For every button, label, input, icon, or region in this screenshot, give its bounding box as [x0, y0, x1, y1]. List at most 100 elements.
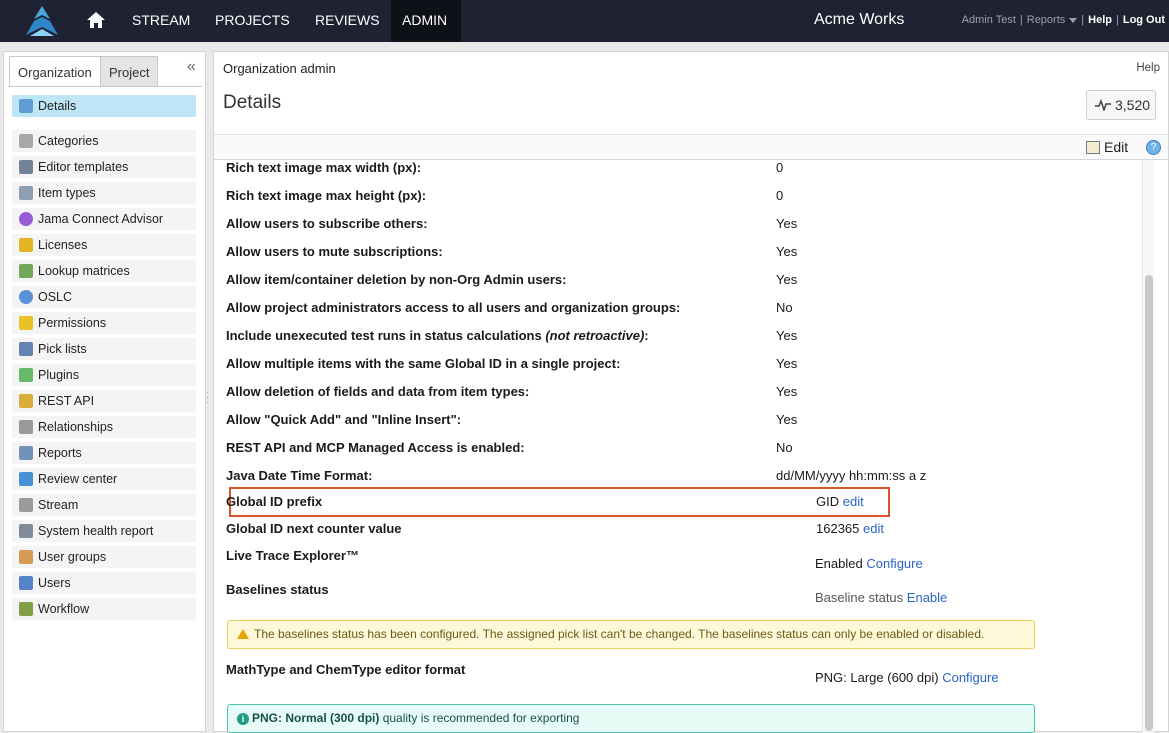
setting-value: PNG: Large (600 dpi) Configure: [815, 670, 999, 685]
setting-label-text: Allow "Quick Add" and "Inline Insert":: [226, 412, 462, 427]
setting-label-text: Allow deletion of fields and data from i…: [226, 384, 530, 399]
sidebar-item-reports[interactable]: Reports: [12, 442, 196, 464]
live-trace-explorer-row: Live Trace Explorer™ Enabled Configure: [226, 548, 1142, 571]
pulse-icon: [1095, 99, 1111, 111]
jama-logo-icon[interactable]: [24, 5, 60, 37]
advisor-icon: [19, 212, 33, 226]
setting-row: REST API and MCP Managed Access is enabl…: [226, 440, 1142, 460]
gid-prefix-value: GID: [816, 494, 840, 509]
panel-splitter-handle[interactable]: · · ·: [206, 388, 210, 407]
sidebar-item-user-groups[interactable]: User groups: [12, 546, 196, 568]
chevron-down-icon[interactable]: [1069, 17, 1078, 23]
help-link[interactable]: Help: [1088, 14, 1112, 26]
user-menu: Admin Test | Reports | Help | Log Out: [961, 14, 1165, 26]
global-id-prefix-row: Global ID prefix GID edit: [226, 494, 1142, 514]
sidebar-item-oslc[interactable]: OSLC: [12, 286, 196, 308]
activity-counter-button[interactable]: 3,520: [1086, 90, 1156, 120]
setting-label: MathType and ChemType editor format: [226, 662, 466, 677]
details-toolbar: Edit ?: [214, 134, 1168, 160]
sidebar-item-label: Relationships: [38, 420, 114, 434]
sidebar-item-label: Lookup matrices: [38, 264, 130, 278]
gid-counter-value: 162365: [816, 521, 860, 536]
collapse-sidebar-icon[interactable]: «: [187, 58, 196, 76]
home-icon[interactable]: [86, 10, 106, 30]
tab-divider: [8, 86, 202, 87]
nav-projects[interactable]: PROJECTS: [204, 0, 301, 42]
sidebar-item-label: Editor templates: [38, 160, 129, 174]
setting-value: GID edit: [816, 494, 864, 509]
sidebar-item-review-center[interactable]: Review center: [12, 468, 196, 490]
sidebar-item-rest-api[interactable]: REST API: [12, 390, 196, 412]
setting-value: Yes: [776, 216, 798, 231]
setting-label-text: Allow project administrators access to a…: [226, 300, 681, 315]
setting-value: No: [776, 300, 793, 315]
sidebar-item-lookup-matrices[interactable]: Lookup matrices: [12, 260, 196, 282]
setting-label: Java Date Time Format:: [226, 468, 372, 483]
sidebar-item-workflow[interactable]: Workflow: [12, 598, 196, 620]
setting-label-text: Java Date Time Format:: [226, 468, 373, 483]
sidebar-item-plugins[interactable]: Plugins: [12, 364, 196, 386]
sidebar-item-label: Permissions: [38, 316, 107, 330]
details-icon: [19, 99, 33, 113]
setting-row: Allow item/container deletion by non-Org…: [226, 272, 1142, 292]
sidebar-item-permissions[interactable]: Permissions: [12, 312, 196, 334]
sidebar-item-editor-templates[interactable]: Editor templates: [12, 156, 196, 178]
sidebar-item-item-types[interactable]: Item types: [12, 182, 196, 204]
setting-value: Yes: [776, 244, 798, 259]
setting-row: Allow "Quick Add" and "Inline Insert": Ye…: [226, 412, 1142, 432]
setting-label: Allow deletion of fields and data from i…: [226, 384, 529, 399]
setting-label-text: Include unexecuted test runs in status c…: [226, 328, 546, 343]
sidebar-item-stream[interactable]: Stream: [12, 494, 196, 516]
nav-admin[interactable]: ADMIN: [391, 0, 461, 42]
baselines-status-row: Baselines status Baseline status Enable: [226, 582, 1142, 605]
setting-label: Allow item/container deletion by non-Org…: [226, 272, 566, 287]
link-icon: [19, 420, 33, 434]
configure-live-trace-link[interactable]: Configure: [866, 556, 922, 571]
edit-gid-counter-link[interactable]: edit: [863, 521, 884, 536]
sidebar-item-relationships[interactable]: Relationships: [12, 416, 196, 438]
sidebar-item-label: System health report: [38, 524, 154, 538]
top-navigation-bar: STREAM PROJECTS REVIEWS ADMIN Acme Works…: [0, 0, 1169, 42]
export-quality-info-alert: i PNG: Normal (300 dpi) quality is recom…: [227, 704, 1035, 733]
tab-project[interactable]: Project: [100, 56, 159, 86]
nav-reviews[interactable]: REVIEWS: [304, 0, 391, 42]
details-panel: Organization admin Help Details 3,520 Ed…: [213, 51, 1169, 733]
configure-mathtype-link[interactable]: Configure: [942, 670, 998, 685]
vertical-scrollbar[interactable]: [1142, 160, 1154, 733]
edit-label: Edit: [1104, 139, 1129, 155]
setting-row: Include unexecuted test runs in status c…: [226, 328, 1142, 348]
organization-name: Acme Works: [814, 11, 905, 28]
setting-row: Allow users to subscribe others: Yes: [226, 216, 1142, 236]
edit-gid-prefix-link[interactable]: edit: [843, 494, 864, 509]
scrollbar-thumb[interactable]: [1145, 275, 1153, 731]
nav-stream[interactable]: STREAM: [121, 0, 201, 42]
sidebar-item-jama-connect-advisor[interactable]: Jama Connect Advisor: [12, 208, 196, 230]
sidebar-item-categories[interactable]: Categories: [12, 130, 196, 152]
tab-organization[interactable]: Organization: [9, 56, 101, 87]
review-icon: [19, 472, 33, 486]
sidebar-item-label: OSLC: [38, 290, 73, 304]
sidebar-item-system-health-report[interactable]: System health report: [12, 520, 196, 542]
sidebar-item-label: Pick lists: [38, 342, 87, 356]
help-link[interactable]: Help: [1136, 62, 1160, 74]
edit-button[interactable]: Edit: [1086, 139, 1128, 155]
setting-label: Allow project administrators access to a…: [226, 300, 680, 315]
user-name-link[interactable]: Admin Test: [962, 14, 1016, 26]
mathtype-value: PNG: Large (600 dpi): [815, 670, 939, 685]
sidebar-item-details[interactable]: Details: [12, 95, 196, 117]
logout-link[interactable]: Log Out: [1123, 14, 1165, 26]
setting-label: Rich text image max height (px):: [226, 188, 426, 203]
sidebar-item-pick-lists[interactable]: Pick lists: [12, 338, 196, 360]
help-icon[interactable]: ?: [1146, 140, 1161, 155]
sidebar-item-users[interactable]: Users: [12, 572, 196, 594]
setting-label: Allow users to subscribe others:: [226, 216, 428, 231]
sidebar-item-licenses[interactable]: Licenses: [12, 234, 196, 256]
setting-row: Rich text image max height (px): 0: [226, 188, 1142, 208]
reports-menu[interactable]: Reports: [1027, 14, 1066, 26]
enable-baselines-link[interactable]: Enable: [907, 590, 947, 605]
settings-list: Rich text image max width (px): 0 Rich tex…: [226, 160, 1142, 733]
setting-row: Java Date Time Format: dd/MM/yyyy hh:mm:s…: [226, 468, 1142, 488]
sidebar-item-label: Licenses: [38, 238, 88, 252]
sidebar-item-label: Item types: [38, 186, 96, 200]
setting-row: Allow deletion of fields and data from i…: [226, 384, 1142, 404]
